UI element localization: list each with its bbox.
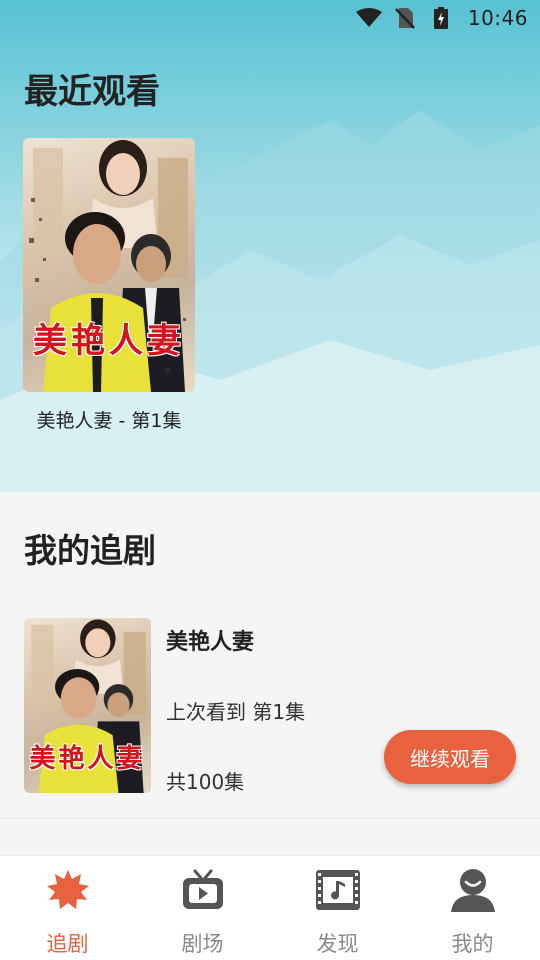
series-progress: 上次看到 第1集 <box>166 700 306 724</box>
star-burst-icon <box>44 866 92 914</box>
poster-title-text: 美艳人妻 <box>29 744 146 774</box>
series-episode-count: 共100集 <box>166 770 245 794</box>
recent-item-card[interactable]: 美艳人妻 美艳人妻 - 第1集 <box>23 138 195 433</box>
nav-item-theater[interactable]: 剧场 <box>135 856 270 960</box>
tv-icon <box>179 866 227 914</box>
nav-label: 发现 <box>316 932 359 956</box>
series-poster[interactable]: 美艳人妻 <box>24 618 151 793</box>
recent-section-title: 最近观看 <box>24 72 160 112</box>
my-series-section-title: 我的追剧 <box>24 531 156 570</box>
poster-title-text: 美艳人妻 <box>33 321 185 361</box>
drama-poster[interactable]: 美艳人妻 <box>23 138 195 392</box>
user-icon <box>449 866 497 914</box>
continue-watching-button[interactable]: 继续观看 <box>384 730 516 784</box>
status-time: 10:46 <box>467 6 528 30</box>
nav-label: 我的 <box>451 932 494 956</box>
nav-item-discover[interactable]: 发现 <box>270 856 405 960</box>
nav-label: 追剧 <box>46 932 89 956</box>
nav-label: 剧场 <box>181 932 224 956</box>
no-sim-icon <box>392 7 418 29</box>
wifi-icon <box>355 7 382 29</box>
status-bar: 10:46 <box>0 0 540 36</box>
film-music-icon <box>314 866 362 914</box>
series-list-item[interactable]: 美艳人妻 美艳人妻 上次看到 第1集 共100集 继续观看 <box>0 600 540 818</box>
battery-charging-icon <box>428 7 454 29</box>
bottom-nav: 追剧 剧场 发现 我的 <box>0 855 540 960</box>
divider <box>0 818 540 819</box>
series-name: 美艳人妻 <box>166 630 255 655</box>
nav-item-mine[interactable]: 我的 <box>405 856 540 960</box>
recent-watch-section: 10:46 最近观看 美艳人妻 美艳人妻 - 第1集 <box>0 0 540 492</box>
recent-item-caption[interactable]: 美艳人妻 - 第1集 <box>23 406 195 433</box>
nav-item-follow[interactable]: 追剧 <box>0 856 135 960</box>
